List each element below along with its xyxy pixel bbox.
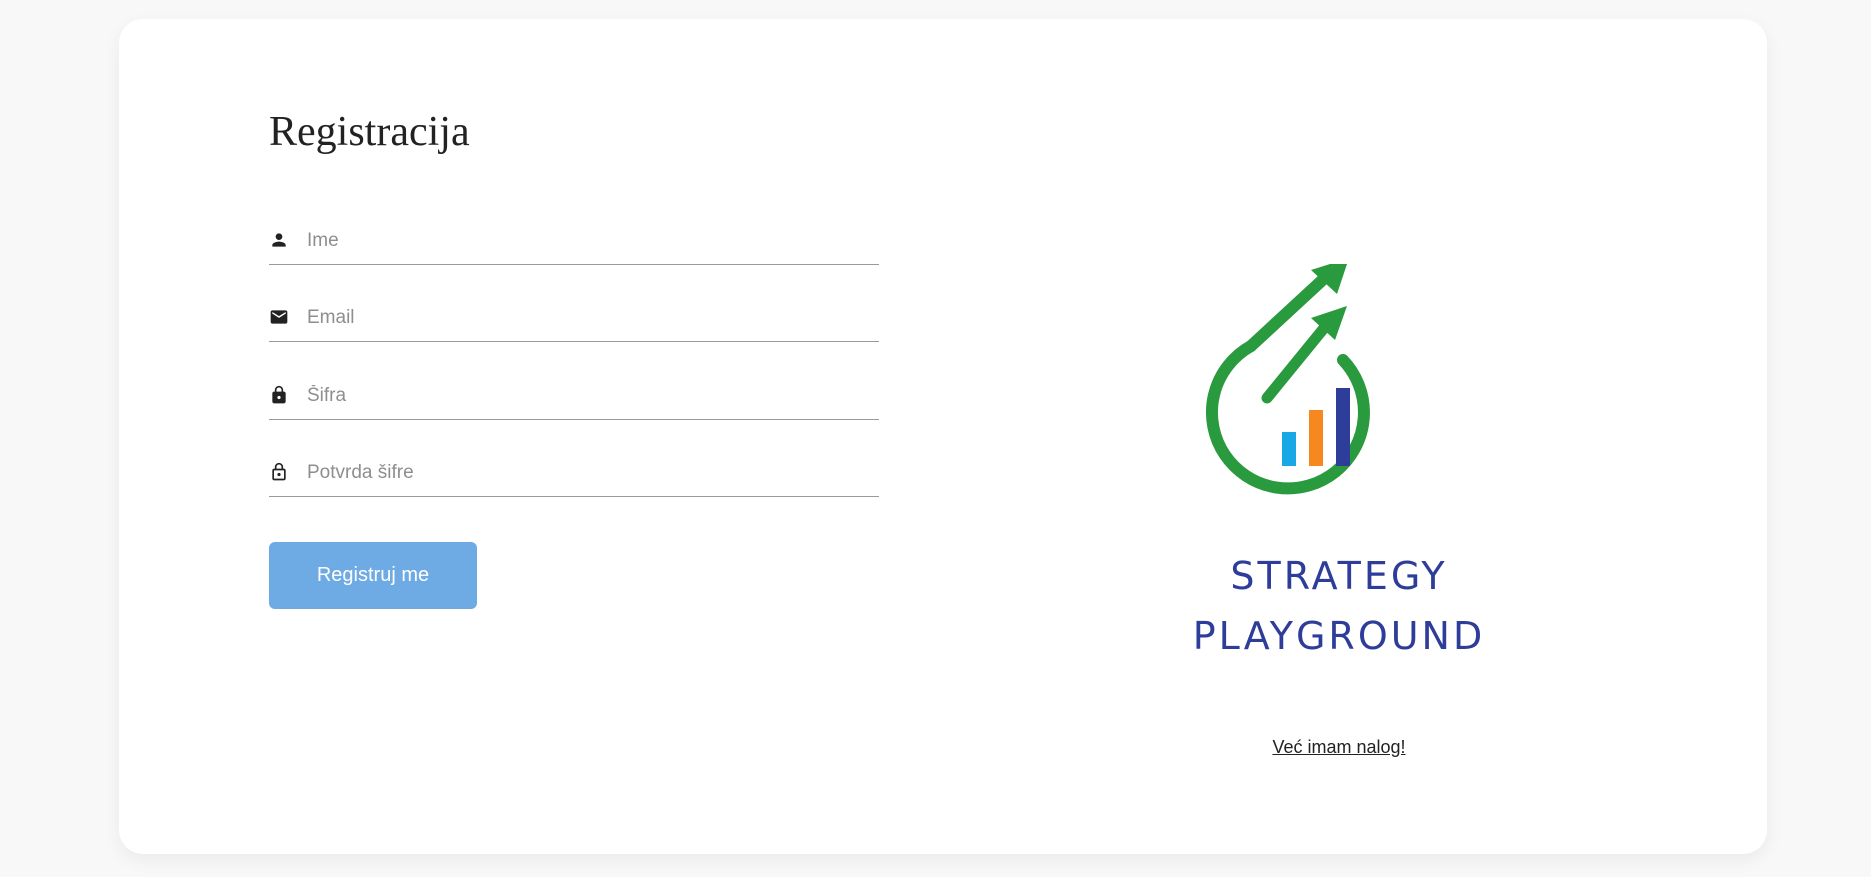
brand-line-1: STRATEGY [1230, 554, 1448, 598]
logo-mark-icon [1205, 264, 1370, 495]
person-icon [269, 230, 289, 250]
lock-icon [269, 385, 289, 405]
lock-outline-icon [269, 462, 289, 482]
confirm-password-field [269, 452, 879, 497]
password-field [269, 375, 879, 420]
name-field [269, 220, 879, 265]
login-link[interactable]: Već imam nalog! [1239, 737, 1439, 758]
confirm-password-input[interactable] [307, 452, 867, 494]
register-button[interactable]: Registruj me [269, 542, 477, 609]
brand-line-2: PLAYGROUND [1192, 614, 1486, 658]
email-input[interactable] [307, 297, 867, 339]
strategy-playground-logo: STRATEGY PLAYGROUND [1139, 264, 1539, 664]
page-title: Registracija [269, 109, 470, 155]
mail-icon [269, 307, 289, 327]
password-input[interactable] [307, 375, 867, 417]
email-field [269, 297, 879, 342]
registration-card: Registracija Registruj me [119, 19, 1767, 854]
name-input[interactable] [307, 220, 867, 262]
